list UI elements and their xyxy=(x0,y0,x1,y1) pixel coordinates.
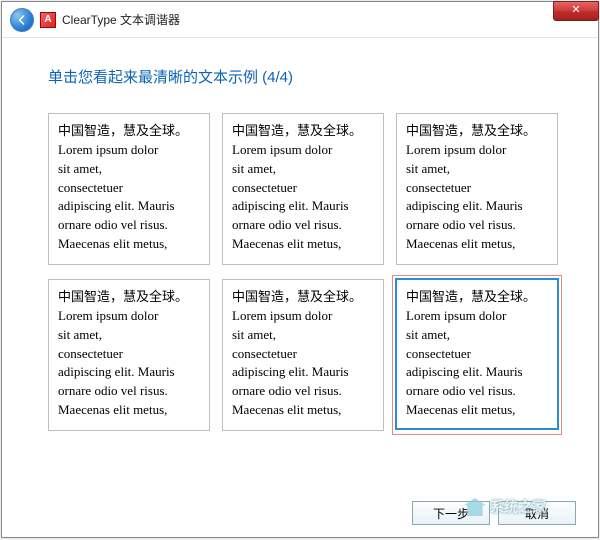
cancel-button[interactable]: 取消 xyxy=(498,501,576,525)
sample-grid: 中国智造，慧及全球。 Lorem ipsum dolor sit amet, c… xyxy=(48,113,558,431)
header-bar: A ClearType 文本调谐器 xyxy=(2,2,598,38)
app-icon: A xyxy=(40,12,56,28)
text-sample-5[interactable]: 中国智造，慧及全球。 Lorem ipsum dolor sit amet, c… xyxy=(222,279,384,431)
arrow-left-icon xyxy=(16,14,28,26)
text-sample-2[interactable]: 中国智造，慧及全球。 Lorem ipsum dolor sit amet, c… xyxy=(222,113,384,265)
window-title: ClearType 文本调谐器 xyxy=(62,11,180,28)
dialog-window: ✕ A ClearType 文本调谐器 单击您看起来最清晰的文本示例 (4/4)… xyxy=(1,1,599,538)
next-button[interactable]: 下一步 xyxy=(412,501,490,525)
button-bar: 下一步 取消 系统之家 xyxy=(412,501,576,525)
text-sample-6[interactable]: 中国智造，慧及全球。 Lorem ipsum dolor sit amet, c… xyxy=(396,279,558,429)
text-sample-1[interactable]: 中国智造，慧及全球。 Lorem ipsum dolor sit amet, c… xyxy=(48,113,210,265)
text-sample-4[interactable]: 中国智造，慧及全球。 Lorem ipsum dolor sit amet, c… xyxy=(48,279,210,431)
back-button[interactable] xyxy=(10,8,34,32)
text-sample-3[interactable]: 中国智造，慧及全球。 Lorem ipsum dolor sit amet, c… xyxy=(396,113,558,265)
content-area: 单击您看起来最清晰的文本示例 (4/4) 中国智造，慧及全球。 Lorem ip… xyxy=(2,38,598,443)
page-heading: 单击您看起来最清晰的文本示例 (4/4) xyxy=(48,66,558,87)
close-button[interactable]: ✕ xyxy=(553,1,599,21)
close-icon: ✕ xyxy=(571,4,580,16)
